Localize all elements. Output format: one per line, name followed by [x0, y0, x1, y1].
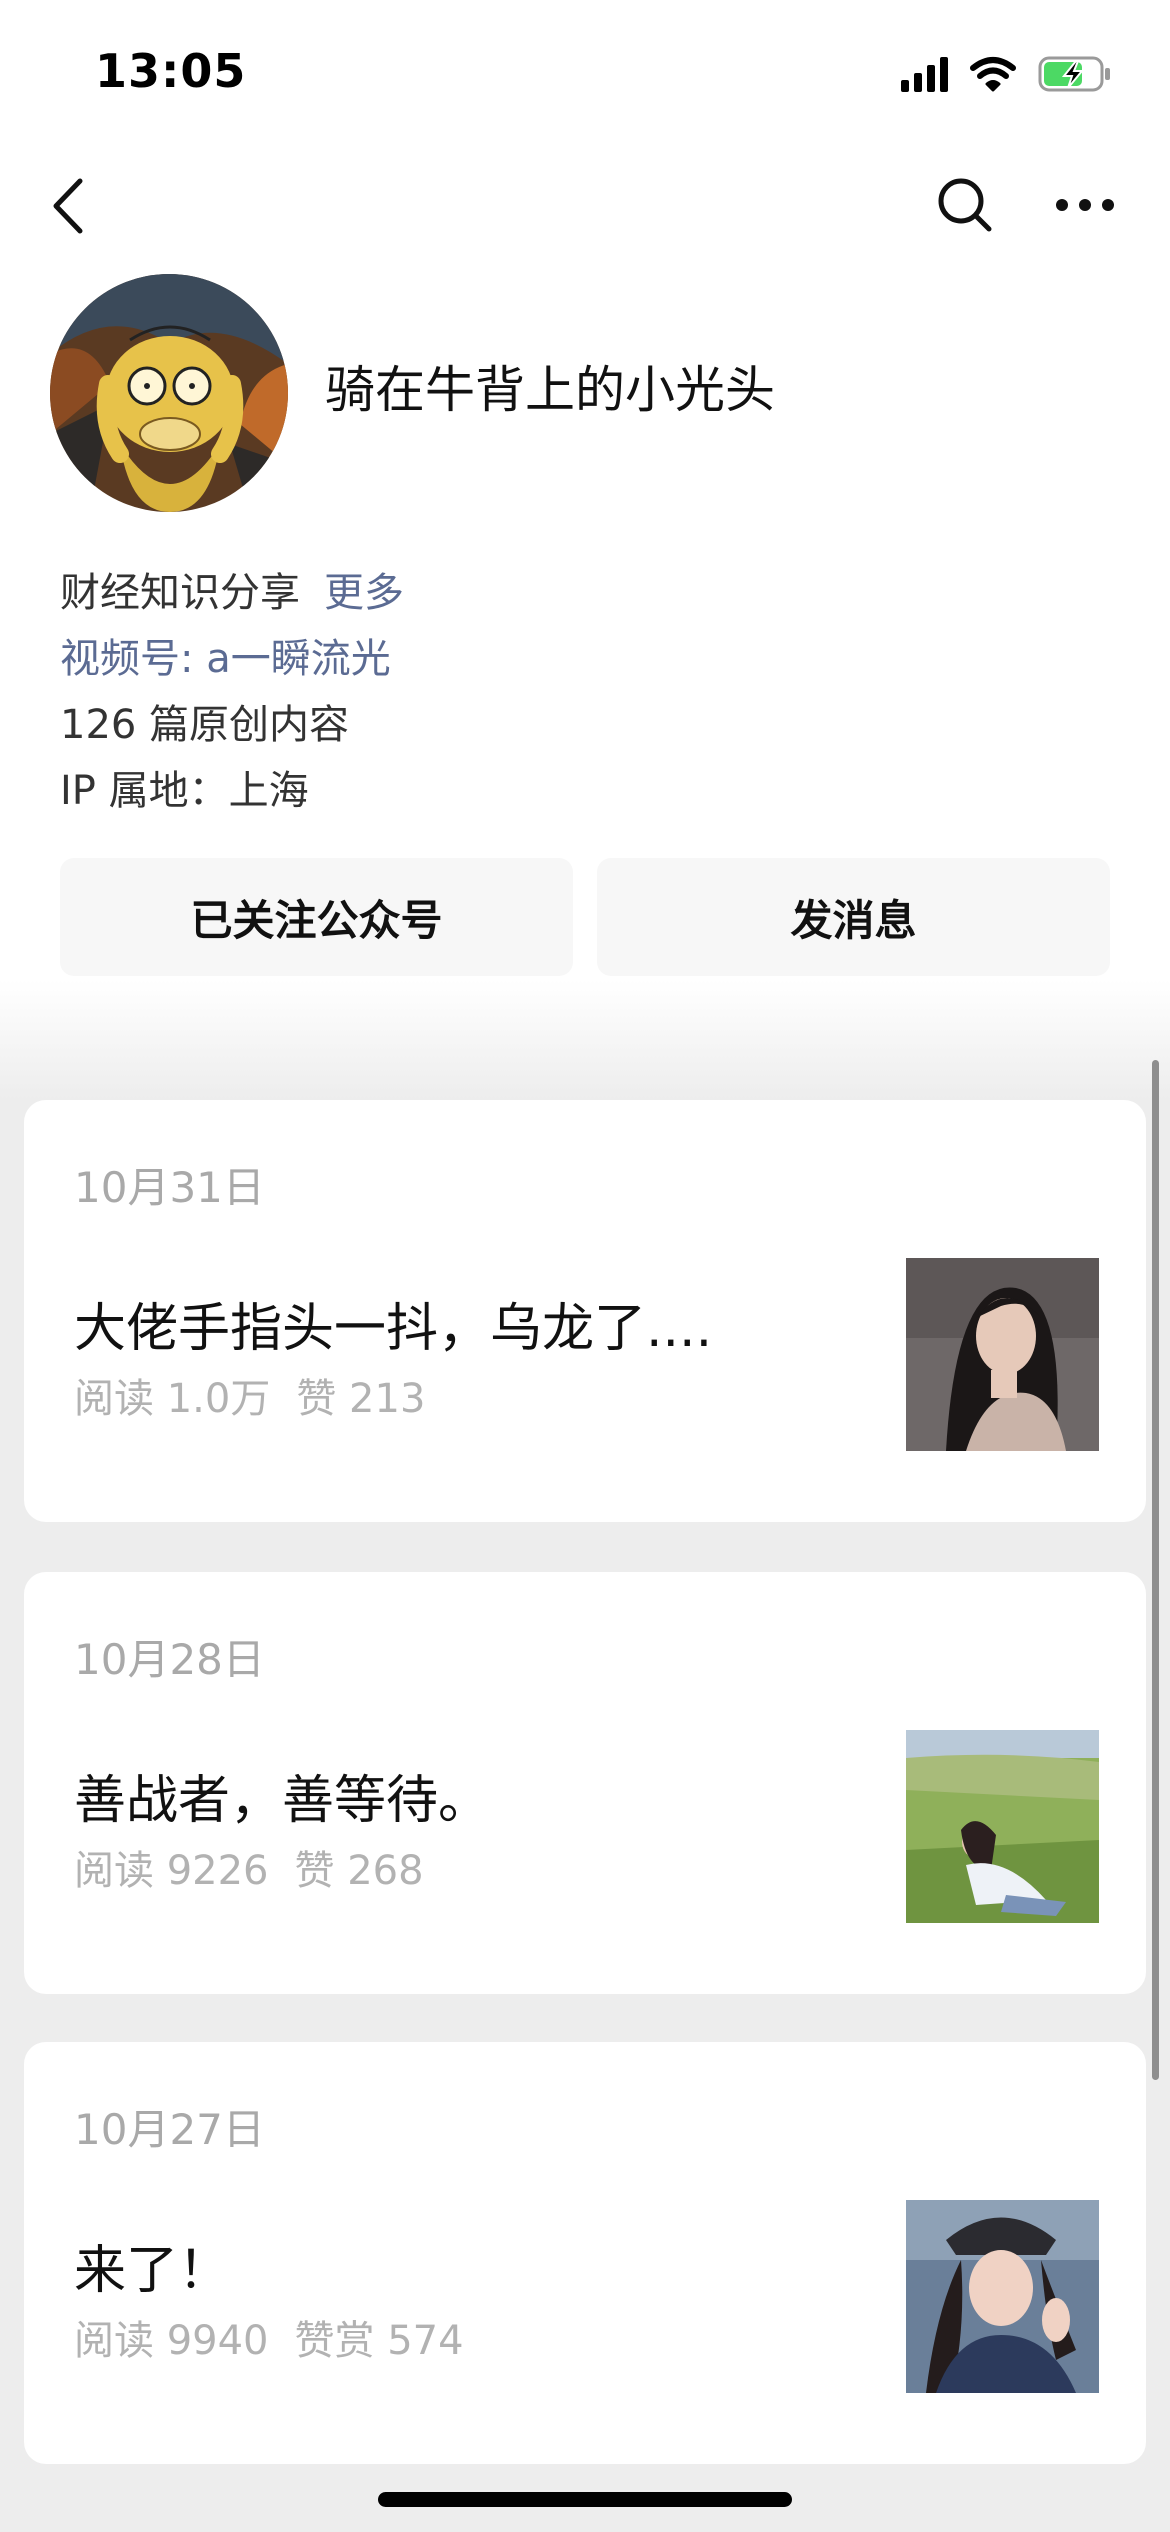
article-date: 10月27日 [74, 2105, 265, 2154]
back-button[interactable] [40, 170, 96, 242]
status-time: 13:05 [95, 44, 247, 98]
article-thumbnail[interactable] [906, 1730, 1099, 1923]
wifi-icon [970, 57, 1016, 92]
description-text: 财经知识分享 [60, 570, 300, 616]
article-card[interactable]: 10月31日 大佬手指头一抖，乌龙了.... 阅读 1.0万赞 213 [24, 1100, 1146, 1522]
send-message-button[interactable]: 发消息 [597, 858, 1110, 976]
read-count: 阅读 9226 [74, 1848, 269, 1894]
ip-location: IP 属地：上海 [60, 768, 309, 814]
more-dots-icon [1056, 199, 1114, 211]
article-stats: 阅读 9940 赞赏 574 [74, 2308, 464, 2366]
search-icon [938, 178, 992, 232]
account-description: 财经知识分享 更多 [60, 560, 404, 618]
like-count: 赞赏 574 [294, 2318, 464, 2364]
avatar[interactable] [50, 274, 288, 512]
signal-icon [901, 56, 948, 92]
article-date: 10月31日 [74, 1163, 265, 1212]
home-indicator[interactable] [378, 2492, 792, 2507]
video-account-link[interactable]: 视频号: a一瞬流光 [60, 626, 391, 684]
article-card[interactable]: 10月28日 善战者，善等待。 阅读 9226 赞 268 [24, 1572, 1146, 1994]
battery-charging-icon [1038, 56, 1110, 92]
article-title[interactable]: 大佬手指头一抖，乌龙了.... [74, 1286, 712, 1361]
article-title[interactable]: 善战者，善等待。 [74, 1758, 490, 1833]
article-card[interactable]: 10月27日 来了！ 阅读 9940 赞赏 574 [24, 2042, 1146, 2464]
more-link[interactable]: 更多 [324, 570, 404, 616]
like-count: 赞 268 [294, 1848, 424, 1894]
chevron-left-icon [53, 178, 83, 234]
status-icons [901, 52, 1112, 96]
article-thumbnail[interactable] [906, 2200, 1099, 2393]
read-count: 阅读 9940 [74, 2318, 269, 2364]
account-profile-page: 13:05 骑在牛背上的小光头 财经知识分享 更多 视频号: a一瞬流光 126… [0, 0, 1170, 2532]
original-count: 126 篇原创内容 [60, 702, 350, 748]
article-stats: 阅读 9226 赞 268 [74, 1838, 424, 1896]
more-button[interactable] [1050, 180, 1120, 230]
read-count: 阅读 1.0万 [74, 1376, 271, 1422]
followed-button[interactable]: 已关注公众号 [60, 858, 573, 976]
search-button[interactable] [935, 175, 995, 235]
article-date: 10月28日 [74, 1635, 265, 1684]
article-stats: 阅读 1.0万赞 213 [74, 1366, 425, 1424]
scrollbar[interactable] [1152, 1060, 1159, 2080]
account-name: 骑在牛背上的小光头 [325, 361, 775, 419]
like-count: 赞 213 [296, 1376, 426, 1422]
article-thumbnail[interactable] [906, 1258, 1099, 1451]
article-title[interactable]: 来了！ [74, 2228, 230, 2303]
